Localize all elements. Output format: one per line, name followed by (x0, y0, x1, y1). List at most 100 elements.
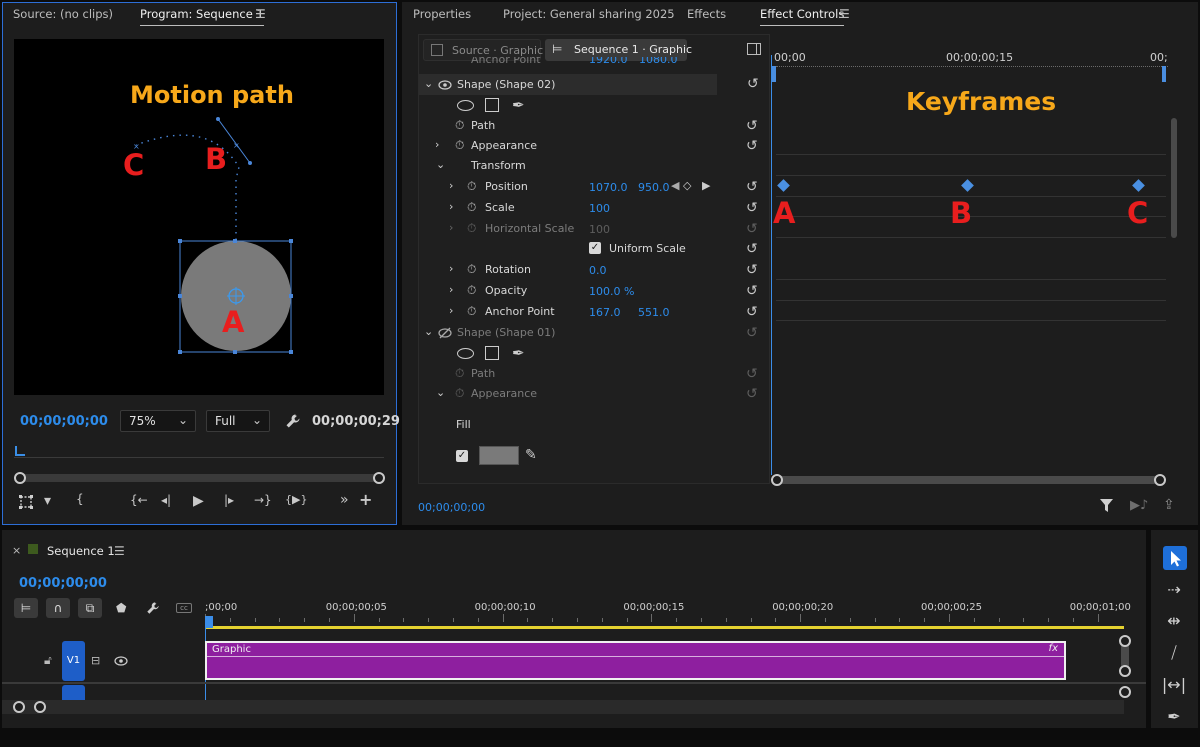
anchor-y-value[interactable]: 551.0 (638, 306, 670, 319)
safe-margins-icon[interactable] (18, 494, 34, 510)
timeline-timecode[interactable]: 00;00;00;00 (19, 576, 107, 591)
stopwatch-icon[interactable]: ⏱ (467, 200, 476, 215)
timeline-playhead-head[interactable] (205, 616, 213, 628)
anchor-x-value[interactable]: 167.0 (589, 306, 621, 319)
timeline-hscroll-left[interactable] (13, 701, 25, 713)
ec-work-area-end[interactable] (1162, 66, 1166, 82)
chevron-right-icon[interactable]: › (449, 200, 453, 213)
wrench-icon[interactable] (146, 601, 160, 615)
stopwatch-icon[interactable]: ⏱ (467, 283, 476, 298)
stopwatch-active-icon[interactable]: ⏱ (467, 179, 476, 194)
sync-lock-icon[interactable]: ⊟ (91, 654, 100, 667)
fill-checkbox[interactable]: ✓ (456, 450, 468, 462)
stopwatch-icon[interactable]: ⏱ (455, 366, 464, 381)
position-y-value[interactable]: 950.0 (638, 181, 670, 194)
stopwatch-icon[interactable]: ⏱ (455, 118, 464, 133)
chevron-down-icon[interactable]: ⌄ (436, 158, 445, 171)
ec-scroll-handle-left[interactable] (771, 474, 783, 486)
insert-nest-button[interactable]: ⊨ (14, 598, 38, 618)
chevron-down-icon[interactable]: ⌄ (436, 386, 445, 399)
reset-icon[interactable]: ↺ (746, 138, 758, 154)
linked-selection-button[interactable]: ⧉ (78, 598, 102, 618)
reset-icon[interactable]: ↺ (746, 200, 758, 216)
ec-vertical-scrollbar[interactable] (1171, 118, 1177, 238)
stopwatch-icon[interactable]: ⏱ (455, 138, 464, 153)
mark-in-icon[interactable]: { (76, 493, 84, 505)
timeline-vscroll-2[interactable] (1119, 686, 1131, 698)
play-icon[interactable]: ▶ (193, 494, 204, 508)
prev-keyframe-icon[interactable]: ◀ (671, 179, 679, 192)
chevron-right-icon[interactable]: › (449, 179, 453, 192)
tab-effect-controls[interactable]: Effect Controls (760, 7, 845, 26)
tab-project[interactable]: Project: General sharing 2025 (503, 7, 675, 21)
scroll-handle-left[interactable] (14, 472, 26, 484)
ripple-edit-tool-icon[interactable]: ⇹ (1161, 609, 1187, 633)
next-keyframe-icon[interactable]: ▶ (702, 179, 710, 192)
captions-icon[interactable]: cc (176, 603, 192, 613)
reset-icon[interactable]: ↺ (746, 241, 758, 257)
position-x-value[interactable]: 1070.0 (589, 181, 628, 194)
tab-program[interactable]: Program: Sequence 1 (140, 7, 264, 26)
slip-tool-icon[interactable]: |↔| (1161, 673, 1187, 697)
go-to-in-icon[interactable]: {← (130, 494, 148, 506)
reset-icon[interactable]: ↺ (746, 386, 758, 402)
reset-icon[interactable]: ↺ (746, 179, 758, 195)
track-v1-target[interactable]: V1 (62, 641, 85, 681)
ec-ruler[interactable] (776, 63, 1168, 67)
chevron-down-icon[interactable]: ⌄ (424, 325, 433, 338)
timeline-menu-icon[interactable]: ☰ (114, 544, 125, 558)
rotation-value[interactable]: 0.0 (589, 264, 607, 277)
selection-tool-button[interactable] (1163, 546, 1187, 570)
stopwatch-icon[interactable]: ⏱ (467, 221, 476, 236)
timeline-vscroll-bottom[interactable] (1119, 665, 1131, 677)
graphic-clip[interactable]: Graphic fx (205, 641, 1066, 680)
rectangle-tool-icon[interactable] (485, 346, 499, 360)
timeline-work-area[interactable] (206, 626, 1124, 629)
go-to-out-icon[interactable]: →} (254, 494, 272, 506)
chevron-down-icon[interactable]: ▾ (44, 494, 51, 508)
stopwatch-icon[interactable]: ⏱ (467, 304, 476, 319)
pen-tool-icon[interactable]: ✒ (512, 344, 525, 362)
step-back-icon[interactable]: ◂| (161, 494, 171, 506)
reset-icon[interactable]: ↺ (746, 221, 758, 237)
resolution-dropdown[interactable]: Full ⌄ (206, 410, 270, 432)
export-icon[interactable]: ⇪ (1163, 497, 1175, 513)
rectangle-tool-icon[interactable] (485, 98, 499, 112)
ec-timecode[interactable]: 00;00;00;00 (418, 501, 485, 514)
reset-icon[interactable]: ↺ (746, 325, 758, 341)
program-scroll-bar[interactable] (20, 474, 378, 482)
uniform-scale-checkbox[interactable]: ✓ (589, 242, 601, 254)
play-in-to-out-icon[interactable]: {▶} (285, 494, 307, 505)
reset-icon[interactable]: ↺ (746, 118, 758, 134)
add-keyframe-icon[interactable]: ◇ (683, 179, 691, 192)
ellipse-tool-icon[interactable] (457, 348, 474, 359)
filter-icon[interactable] (1100, 499, 1113, 513)
timeline-vscroll-top[interactable] (1119, 635, 1131, 647)
track-v2-target[interactable] (62, 685, 85, 701)
reset-icon[interactable]: ↺ (746, 366, 758, 382)
chevron-right-icon[interactable]: › (449, 304, 453, 317)
program-mini-ruler[interactable] (14, 444, 384, 458)
timeline-hscroll-right[interactable] (34, 701, 46, 713)
tab-source[interactable]: Source: (no clips) (13, 7, 113, 21)
chevron-right-icon[interactable]: › (435, 138, 439, 151)
stopwatch-icon[interactable]: ⏱ (467, 262, 476, 277)
timeline-ruler[interactable]: ;00;00 00;00;00;05 00;00;00;10 00;00;00;15 0… (205, 600, 1131, 628)
opacity-value[interactable]: 100.0 % (589, 285, 634, 298)
chevron-right-icon[interactable]: › (449, 283, 453, 296)
effect-controls-menu-icon[interactable]: ☰ (839, 7, 850, 21)
eye-hidden-icon[interactable] (438, 327, 452, 339)
chevron-down-icon[interactable]: ⌄ (424, 77, 433, 90)
program-menu-icon[interactable]: ☰ (255, 7, 266, 21)
ec-horizontal-scrollbar[interactable] (778, 476, 1158, 484)
ec-playhead[interactable] (771, 55, 772, 475)
reset-icon[interactable]: ↺ (746, 304, 758, 320)
tab-effects[interactable]: Effects (687, 7, 726, 21)
scroll-handle-right[interactable] (373, 472, 385, 484)
program-timecode-current[interactable]: 00;00;00;00 (20, 414, 108, 429)
ec-scroll-handle-right[interactable] (1154, 474, 1166, 486)
stopwatch-icon[interactable]: ⏱ (455, 386, 464, 401)
eye-icon[interactable] (114, 656, 128, 666)
more-controls-icon[interactable]: » (340, 493, 349, 507)
playhead-marker[interactable] (15, 446, 25, 456)
